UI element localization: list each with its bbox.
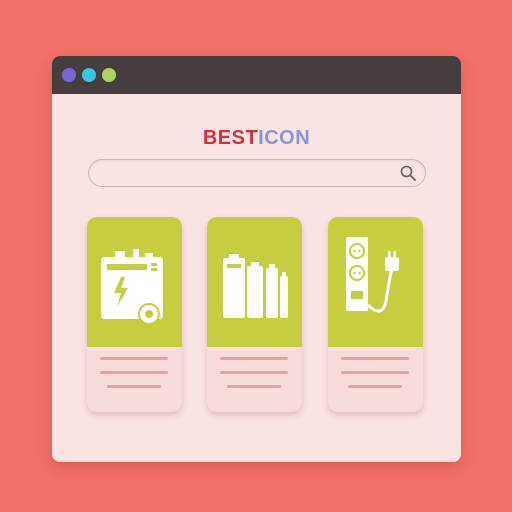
icon-card-power-strip[interactable] bbox=[328, 217, 423, 412]
card-art bbox=[207, 217, 302, 347]
brand-part-best: BEST bbox=[202, 127, 259, 149]
power-generator-icon bbox=[101, 249, 163, 325]
title-bar bbox=[52, 56, 461, 94]
card-text-placeholder bbox=[87, 347, 182, 412]
batteries-icon bbox=[223, 254, 288, 318]
brand-logo: BESTICON bbox=[52, 127, 461, 150]
search-icon[interactable] bbox=[399, 164, 417, 182]
search-bar[interactable] bbox=[88, 159, 426, 187]
window-control-purple[interactable] bbox=[62, 68, 76, 82]
browser-window: BESTICON bbox=[52, 56, 461, 462]
power-strip-icon bbox=[346, 237, 399, 313]
window-control-green[interactable] bbox=[102, 68, 116, 82]
brand-part-icon: ICON bbox=[258, 127, 311, 149]
window-control-cyan[interactable] bbox=[82, 68, 96, 82]
icon-card-generator[interactable] bbox=[87, 217, 182, 412]
card-text-placeholder bbox=[328, 347, 423, 412]
card-art bbox=[87, 217, 182, 347]
search-input[interactable] bbox=[101, 164, 395, 184]
card-art bbox=[328, 217, 423, 347]
icon-card-batteries[interactable] bbox=[207, 217, 302, 412]
card-text-placeholder bbox=[207, 347, 302, 412]
